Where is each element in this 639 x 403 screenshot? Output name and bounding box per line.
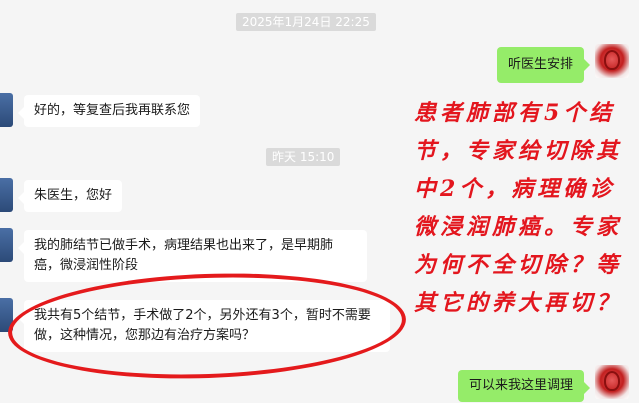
patient-avatar[interactable] bbox=[0, 178, 13, 212]
message-text: 可以来我这里调理 bbox=[468, 378, 573, 393]
message-bubble-outgoing[interactable]: 可以来我这里调理 bbox=[457, 370, 591, 402]
annotation-text: 患者肺部有5个结节，专家给切除其中2个，病理确诊微浸润肺癌。专家为何不全切除？等… bbox=[414, 100, 623, 316]
timestamp: 昨天 15:10 bbox=[266, 148, 341, 166]
message-text: 听医生安排 bbox=[507, 57, 573, 72]
timestamp: 2025年1月24日 22:25 bbox=[236, 13, 376, 31]
message-text: 我的肺结节已做手术，病理结果也出来了，是早期肺癌，微浸润性阶段 bbox=[34, 238, 334, 273]
highlight-circle bbox=[6, 267, 408, 385]
message-bubble-outgoing[interactable]: 听医生安排 bbox=[496, 47, 591, 83]
patient-avatar[interactable] bbox=[0, 228, 13, 262]
message-bubble-incoming[interactable]: 好的，等复查后我再联系您 bbox=[17, 95, 201, 127]
doctor-avatar[interactable] bbox=[595, 365, 629, 399]
doctor-avatar[interactable] bbox=[595, 44, 629, 78]
message-text: 朱医生，您好 bbox=[34, 188, 113, 203]
message-bubble-incoming[interactable]: 朱医生，您好 bbox=[17, 180, 123, 212]
message-text: 好的，等复查后我再联系您 bbox=[34, 103, 191, 118]
patient-avatar[interactable] bbox=[0, 93, 13, 127]
